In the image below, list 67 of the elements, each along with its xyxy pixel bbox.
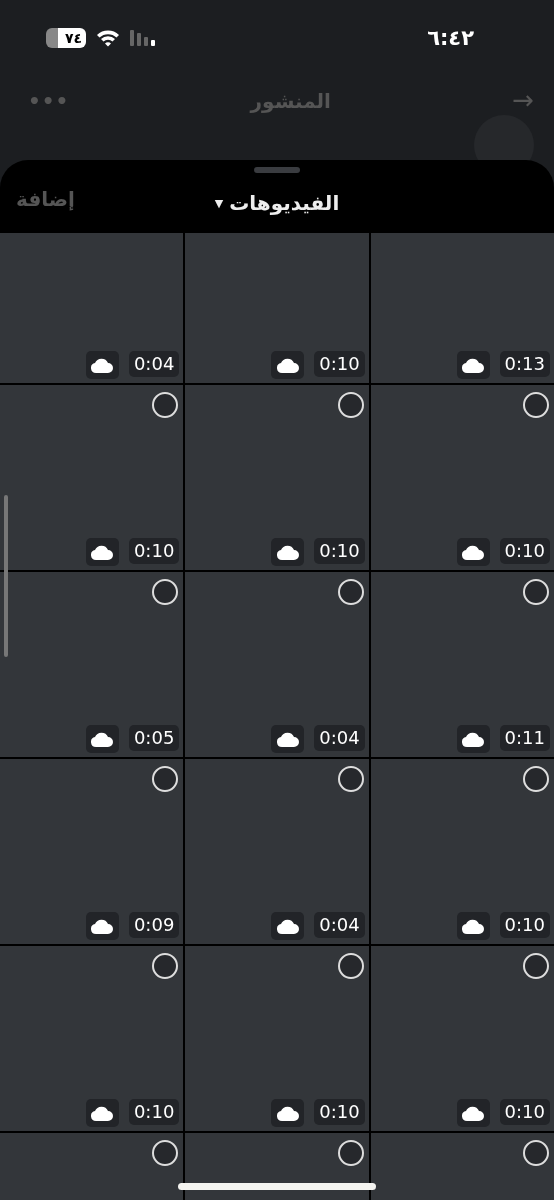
select-circle[interactable] [152, 953, 179, 979]
select-circle[interactable] [337, 953, 364, 979]
duration-label: 0:10 [314, 1099, 365, 1125]
video-thumbnail[interactable]: 0:10 [0, 385, 184, 570]
cloud-icon [276, 731, 299, 747]
cloud-icon [91, 731, 114, 747]
cloud-icon [91, 544, 114, 560]
cloud-icon [276, 1105, 299, 1121]
video-thumbnail[interactable]: 0:10 [0, 946, 184, 1131]
video-thumbnail[interactable]: 0:10 [370, 759, 554, 944]
video-thumbnail[interactable]: 0:09 [0, 759, 184, 944]
video-thumbnail[interactable]: 0:10 [370, 385, 554, 570]
cloud-icon [462, 1105, 485, 1121]
cloud-icon [276, 544, 299, 560]
video-thumbnail[interactable]: 0:04 [185, 759, 369, 944]
select-circle[interactable] [337, 579, 364, 605]
duration-label: 0:10 [499, 538, 550, 564]
duration-label: 0:11 [499, 725, 550, 751]
select-circle[interactable] [523, 1140, 549, 1166]
cloud-icon [91, 918, 114, 934]
drag-handle[interactable] [254, 167, 300, 173]
wifi-icon [96, 28, 120, 47]
video-thumbnail[interactable]: 0:04 [0, 233, 184, 383]
select-circle[interactable] [152, 579, 179, 605]
duration-label: 0:04 [128, 351, 180, 377]
duration-label: 0:10 [499, 912, 550, 938]
clock-time: ٦:٤٢ [427, 25, 474, 50]
select-circle[interactable] [152, 766, 179, 792]
video-thumbnail[interactable]: 0:04 [185, 572, 369, 757]
duration-label: 0:10 [314, 538, 365, 564]
select-circle[interactable] [152, 1140, 179, 1166]
select-circle[interactable] [337, 392, 364, 418]
video-thumbnail[interactable]: 0:10 [185, 946, 369, 1131]
cloud-icon [462, 357, 485, 373]
album-dropdown[interactable]: الفيديوهات ▼ [214, 191, 340, 215]
cloud-icon [462, 731, 485, 747]
duration-label: 0:05 [128, 725, 180, 751]
duration-label: 0:10 [128, 1099, 180, 1125]
duration-label: 0:09 [128, 912, 180, 938]
video-thumbnail[interactable]: 0:11 [370, 572, 554, 757]
select-circle[interactable] [523, 392, 549, 418]
select-circle[interactable] [152, 392, 179, 418]
video-thumbnail[interactable]: 0:10 [370, 946, 554, 1131]
cloud-icon [91, 1105, 114, 1121]
duration-label: 0:10 [128, 538, 180, 564]
video-thumbnail[interactable]: 0:05 [0, 572, 184, 757]
cloud-icon [462, 918, 485, 934]
cloud-icon [276, 357, 299, 373]
page-title: المنشور [250, 89, 331, 113]
duration-label: 0:10 [499, 1099, 550, 1125]
duration-label: 0:04 [314, 725, 365, 751]
video-thumbnail[interactable]: 0:13 [370, 233, 554, 383]
signal-icon [130, 29, 158, 46]
select-circle[interactable] [523, 579, 549, 605]
select-circle[interactable] [337, 1140, 364, 1166]
duration-label: 0:10 [314, 351, 365, 377]
select-circle[interactable] [523, 953, 549, 979]
cloud-icon [91, 357, 114, 373]
battery-icon: ٧٤ [46, 27, 86, 48]
cloud-icon [276, 918, 299, 934]
duration-label: 0:13 [499, 351, 550, 377]
select-circle[interactable] [523, 766, 549, 792]
video-thumbnail[interactable]: 0:10 [185, 233, 369, 383]
duration-label: 0:04 [314, 912, 365, 938]
select-circle[interactable] [337, 766, 364, 792]
video-thumbnail[interactable]: 0:10 [185, 385, 369, 570]
cloud-icon [462, 544, 485, 560]
